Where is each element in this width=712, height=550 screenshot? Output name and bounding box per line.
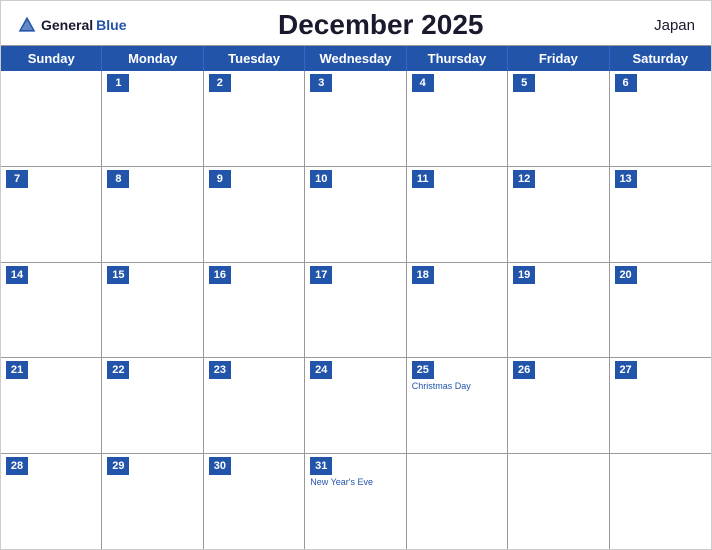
day-number: 5 bbox=[513, 74, 535, 92]
day-cell: 31 New Year's Eve bbox=[305, 454, 406, 549]
day-cell: 19 bbox=[508, 263, 609, 358]
month-title: December 2025 bbox=[126, 9, 635, 41]
day-number: 2 bbox=[209, 74, 231, 92]
week-row-2: 7 8 9 10 11 12 13 bbox=[1, 167, 711, 263]
day-number: 23 bbox=[209, 361, 231, 379]
day-number: 13 bbox=[615, 170, 637, 188]
day-cell: 22 bbox=[102, 358, 203, 453]
day-cell: 12 bbox=[508, 167, 609, 262]
day-cell: 9 bbox=[204, 167, 305, 262]
logo-area: General Blue bbox=[17, 15, 126, 35]
day-cell bbox=[1, 71, 102, 166]
day-cell: 25 Christmas Day bbox=[407, 358, 508, 453]
day-cell: 4 bbox=[407, 71, 508, 166]
day-number: 29 bbox=[107, 457, 129, 475]
day-number: 10 bbox=[310, 170, 332, 188]
day-cell: 5 bbox=[508, 71, 609, 166]
day-cell bbox=[407, 454, 508, 549]
day-cell: 14 bbox=[1, 263, 102, 358]
day-cell: 8 bbox=[102, 167, 203, 262]
header-sunday: Sunday bbox=[1, 46, 102, 71]
day-cell: 30 bbox=[204, 454, 305, 549]
header-saturday: Saturday bbox=[610, 46, 711, 71]
day-cell: 13 bbox=[610, 167, 711, 262]
day-cell: 24 bbox=[305, 358, 406, 453]
header-friday: Friday bbox=[508, 46, 609, 71]
day-number: 4 bbox=[412, 74, 434, 92]
logo-icon bbox=[17, 15, 37, 35]
day-number: 19 bbox=[513, 266, 535, 284]
week-row-4: 21 22 23 24 25 Christmas Day 26 27 bbox=[1, 358, 711, 454]
day-number: 14 bbox=[6, 266, 28, 284]
day-number: 6 bbox=[615, 74, 637, 92]
day-cell: 23 bbox=[204, 358, 305, 453]
day-number: 17 bbox=[310, 266, 332, 284]
day-cell: 10 bbox=[305, 167, 406, 262]
day-cell: 15 bbox=[102, 263, 203, 358]
calendar-grid: Sunday Monday Tuesday Wednesday Thursday… bbox=[1, 45, 711, 549]
header-monday: Monday bbox=[102, 46, 203, 71]
logo-blue: Blue bbox=[96, 17, 126, 33]
day-number: 3 bbox=[310, 74, 332, 92]
day-cell: 28 bbox=[1, 454, 102, 549]
day-cell: 18 bbox=[407, 263, 508, 358]
week-row-3: 14 15 16 17 18 19 20 bbox=[1, 263, 711, 359]
day-cell: 17 bbox=[305, 263, 406, 358]
day-number: 31 bbox=[310, 457, 332, 475]
day-number: 21 bbox=[6, 361, 28, 379]
day-cell: 21 bbox=[1, 358, 102, 453]
day-number: 7 bbox=[6, 170, 28, 188]
day-number: 15 bbox=[107, 266, 129, 284]
day-number: 18 bbox=[412, 266, 434, 284]
day-cell bbox=[610, 454, 711, 549]
day-cell: 11 bbox=[407, 167, 508, 262]
day-cell: 27 bbox=[610, 358, 711, 453]
day-cell bbox=[508, 454, 609, 549]
header-thursday: Thursday bbox=[407, 46, 508, 71]
day-number: 16 bbox=[209, 266, 231, 284]
week-row-1: 1 2 3 4 5 6 bbox=[1, 71, 711, 167]
day-cell: 29 bbox=[102, 454, 203, 549]
day-cell: 20 bbox=[610, 263, 711, 358]
weeks-container: 1234567891011121314151617181920212223242… bbox=[1, 71, 711, 549]
calendar-header: General Blue December 2025 Japan bbox=[1, 1, 711, 45]
header-wednesday: Wednesday bbox=[305, 46, 406, 71]
day-number: 22 bbox=[107, 361, 129, 379]
day-number: 12 bbox=[513, 170, 535, 188]
country-label: Japan bbox=[635, 17, 695, 34]
day-number: 11 bbox=[412, 170, 434, 188]
day-number: 25 bbox=[412, 361, 434, 379]
calendar: General Blue December 2025 Japan Sunday … bbox=[0, 0, 712, 550]
day-cell: 3 bbox=[305, 71, 406, 166]
day-cell: 1 bbox=[102, 71, 203, 166]
week-row-5: 28 29 30 31 New Year's Eve bbox=[1, 454, 711, 549]
day-number: 1 bbox=[107, 74, 129, 92]
day-cell: 16 bbox=[204, 263, 305, 358]
day-number: 26 bbox=[513, 361, 535, 379]
day-number: 20 bbox=[615, 266, 637, 284]
day-cell: 7 bbox=[1, 167, 102, 262]
day-cell: 6 bbox=[610, 71, 711, 166]
header-tuesday: Tuesday bbox=[204, 46, 305, 71]
logo-text: General Blue bbox=[17, 15, 126, 35]
day-number: 9 bbox=[209, 170, 231, 188]
day-number: 28 bbox=[6, 457, 28, 475]
day-number: 8 bbox=[107, 170, 129, 188]
day-cell: 26 bbox=[508, 358, 609, 453]
logo-general: General bbox=[41, 17, 93, 33]
day-number: 27 bbox=[615, 361, 637, 379]
holiday-label: Christmas Day bbox=[412, 381, 502, 392]
day-cell: 2 bbox=[204, 71, 305, 166]
day-number: 24 bbox=[310, 361, 332, 379]
holiday-label: New Year's Eve bbox=[310, 477, 400, 488]
day-number: 30 bbox=[209, 457, 231, 475]
day-headers-row: Sunday Monday Tuesday Wednesday Thursday… bbox=[1, 46, 711, 71]
